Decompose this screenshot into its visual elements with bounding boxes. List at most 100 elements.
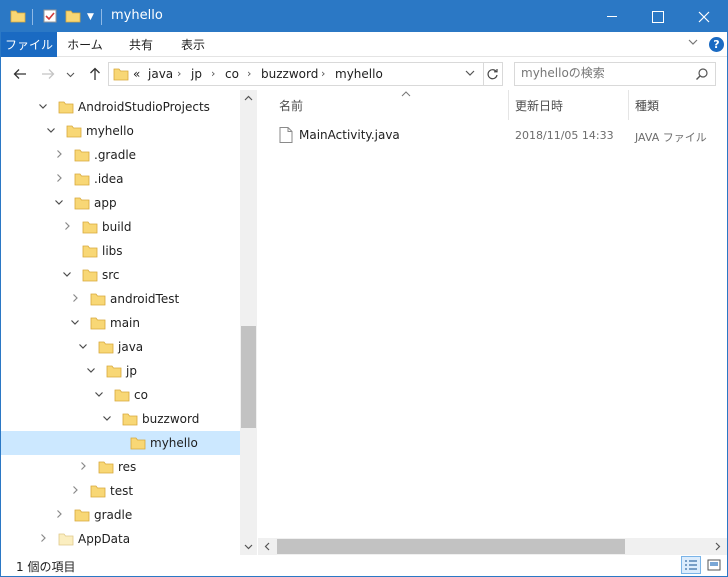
recent-locations-button[interactable] xyxy=(63,63,77,85)
chevron-down-icon[interactable] xyxy=(53,196,65,208)
breadcrumb-overflow[interactable]: « xyxy=(133,67,140,81)
tree-scrollbar[interactable] xyxy=(240,90,257,555)
tree-item-label: .gradle xyxy=(94,148,137,162)
tree-item[interactable]: AndroidStudioProjects xyxy=(1,95,240,119)
tree-item[interactable]: build xyxy=(1,215,240,239)
expand-ribbon-icon[interactable] xyxy=(687,36,701,50)
chevron-down-icon[interactable] xyxy=(61,268,73,280)
details-view-button[interactable] xyxy=(681,556,701,574)
tree-item-label: .idea xyxy=(94,172,124,186)
tree-item[interactable]: .idea xyxy=(1,167,240,191)
forward-button[interactable] xyxy=(37,63,59,85)
item-count: 1 個の項目 xyxy=(16,560,76,574)
breadcrumb-separator-icon[interactable]: › xyxy=(211,67,215,80)
breadcrumb-co[interactable]: co xyxy=(225,67,239,81)
help-icon[interactable]: ? xyxy=(709,37,724,52)
tree-item[interactable]: java xyxy=(1,335,240,359)
tree-item[interactable]: AppData xyxy=(1,527,240,551)
chevron-down-icon[interactable] xyxy=(69,316,81,328)
tree-item[interactable]: src xyxy=(1,263,240,287)
column-name[interactable]: 名前 xyxy=(273,90,509,120)
title-bar[interactable]: ▼ myhello xyxy=(1,1,727,32)
maximize-button[interactable] xyxy=(635,1,681,32)
tree-scroll-thumb[interactable] xyxy=(241,326,256,428)
refresh-button[interactable] xyxy=(483,62,503,86)
scroll-right-icon[interactable] xyxy=(710,538,725,555)
address-bar[interactable]: « java › jp › co › buzzword › myhello xyxy=(108,62,484,86)
tree-item[interactable]: buzzword xyxy=(1,407,240,431)
search-box[interactable] xyxy=(514,62,716,86)
properties-icon[interactable] xyxy=(42,8,58,26)
chevron-right-icon[interactable] xyxy=(69,484,81,496)
chevron-right-icon[interactable] xyxy=(69,292,81,304)
tree-item[interactable]: jp xyxy=(1,359,240,383)
folder-icon xyxy=(74,171,90,190)
folder-icon xyxy=(82,219,98,238)
tree-item-label: myhello xyxy=(150,436,198,450)
breadcrumb-separator-icon[interactable]: › xyxy=(247,67,251,80)
scroll-up-icon[interactable] xyxy=(240,90,257,107)
scroll-left-icon[interactable] xyxy=(260,538,275,555)
chevron-down-icon[interactable] xyxy=(101,412,113,424)
tree-item[interactable]: app xyxy=(1,191,240,215)
column-type-label: 種類 xyxy=(635,98,660,113)
minimize-button[interactable] xyxy=(589,1,635,32)
chevron-down-icon[interactable] xyxy=(77,340,89,352)
chevron-right-icon[interactable] xyxy=(77,460,89,472)
tree-item-label: co xyxy=(134,388,148,402)
chevron-down-icon[interactable] xyxy=(45,124,57,136)
tab-share[interactable]: 共有 xyxy=(115,32,167,57)
folder-icon xyxy=(98,459,114,478)
refresh-icon xyxy=(487,68,498,79)
content-scrollbar[interactable] xyxy=(258,538,727,555)
breadcrumb-separator-icon[interactable]: › xyxy=(177,67,181,80)
column-type[interactable]: 種類 xyxy=(629,90,727,120)
chevron-down-icon[interactable] xyxy=(37,100,49,112)
tree-item[interactable]: .gradle xyxy=(1,143,240,167)
column-date[interactable]: 更新日時 xyxy=(509,90,629,120)
tree-item[interactable]: gradle xyxy=(1,503,240,527)
close-button[interactable] xyxy=(681,1,727,32)
tree-item[interactable]: androidTest xyxy=(1,287,240,311)
file-list[interactable]: 名前 更新日時 種類 MainActivity.java 2018/11/05 … xyxy=(258,90,727,555)
scroll-down-icon[interactable] xyxy=(240,538,257,555)
tree-item[interactable]: myhello xyxy=(1,119,240,143)
up-button[interactable] xyxy=(84,63,106,85)
tree-item[interactable]: co xyxy=(1,383,240,407)
file-row[interactable]: MainActivity.java 2018/11/05 14:33 JAVA … xyxy=(273,124,723,146)
content-scroll-thumb[interactable] xyxy=(277,539,625,554)
tree-item[interactable]: main xyxy=(1,311,240,335)
chevron-right-icon[interactable] xyxy=(53,508,65,520)
tree-item-label: gradle xyxy=(94,508,133,522)
status-bar: 1 個の項目 xyxy=(1,555,727,576)
customize-toolbar-icon[interactable]: ▼ xyxy=(87,12,94,22)
chevron-right-icon[interactable] xyxy=(53,148,65,160)
breadcrumb-myhello[interactable]: myhello xyxy=(335,67,383,81)
tree-item[interactable]: res xyxy=(1,455,240,479)
chevron-right-icon[interactable] xyxy=(61,220,73,232)
large-icons-view-button[interactable] xyxy=(704,556,724,574)
close-icon xyxy=(698,11,710,22)
folder-icon[interactable] xyxy=(10,8,26,26)
tree-item[interactable]: myhello xyxy=(1,431,240,455)
tab-home[interactable]: ホーム xyxy=(59,32,111,57)
navigation-pane[interactable]: AndroidStudioProjects myhello .gradle .idea… xyxy=(1,90,258,555)
tree-item[interactable]: libs xyxy=(1,239,240,263)
breadcrumb-buzzword[interactable]: buzzword xyxy=(261,67,318,81)
new-folder-icon[interactable] xyxy=(65,8,81,26)
breadcrumb-java[interactable]: java xyxy=(148,67,173,81)
address-history-icon[interactable] xyxy=(465,68,475,81)
tab-file[interactable]: ファイル xyxy=(1,32,57,57)
folder-icon xyxy=(58,531,74,550)
search-input[interactable] xyxy=(521,66,691,80)
search-icon[interactable] xyxy=(695,67,709,81)
chevron-right-icon[interactable] xyxy=(37,532,49,544)
chevron-down-icon[interactable] xyxy=(85,364,97,376)
tab-view[interactable]: 表示 xyxy=(167,32,219,57)
breadcrumb-separator-icon[interactable]: › xyxy=(321,67,325,80)
tree-item[interactable]: test xyxy=(1,479,240,503)
back-button[interactable] xyxy=(9,63,31,85)
chevron-down-icon[interactable] xyxy=(93,388,105,400)
breadcrumb-jp[interactable]: jp xyxy=(191,67,202,81)
chevron-right-icon[interactable] xyxy=(53,172,65,184)
